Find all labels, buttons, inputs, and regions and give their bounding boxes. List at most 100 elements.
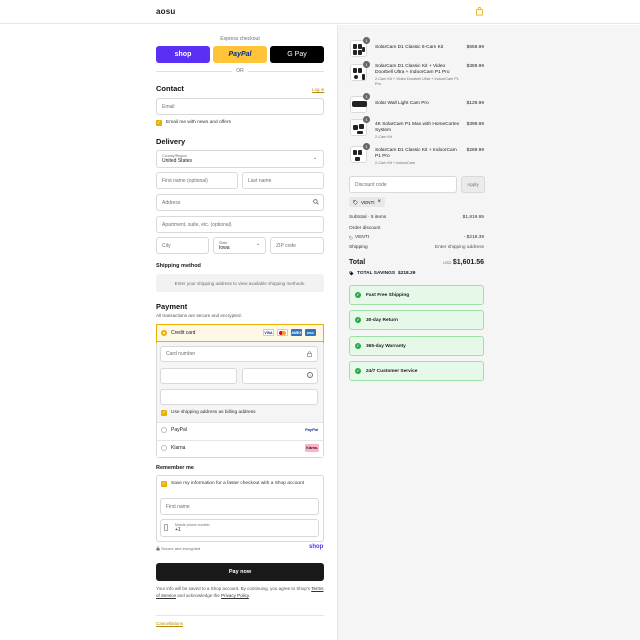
klarna-logo-icon: Klarna.	[305, 444, 319, 452]
discover-icon: DISC	[305, 329, 316, 336]
product-price: $269.99	[466, 148, 484, 153]
feature-badge: ✓ 24/7 Customer Service	[349, 361, 484, 381]
country-select[interactable]: Country/Region United States	[156, 150, 324, 168]
amex-icon: AMEX	[291, 329, 302, 336]
payment-subtitle: All transactions are secure and encrypte…	[156, 313, 242, 318]
name-on-card-field[interactable]	[160, 389, 318, 405]
product-price: $129.99	[466, 101, 484, 106]
apartment-field[interactable]: Apartment, suite, etc. (optional)	[156, 216, 324, 233]
legal-text-part: Your info will be saved to a Shop accoun…	[156, 586, 311, 591]
payment-heading: Payment	[156, 302, 188, 311]
discount-code-field[interactable]: Discount code	[349, 176, 457, 193]
discount-tag-label: VENTI	[361, 199, 375, 205]
shop-pay-button[interactable]: shop	[156, 46, 210, 63]
product-price: $359.99	[466, 64, 484, 69]
last-name-field[interactable]: Last name	[242, 172, 324, 189]
feature-label: 24/7 Customer Service	[366, 368, 418, 374]
express-checkout-label: Express checkout	[220, 36, 260, 42]
cancellations-link[interactable]: Cancellations	[156, 621, 183, 626]
shop-logo-icon: shop	[309, 544, 324, 550]
news-checkbox[interactable]: ✓	[156, 120, 162, 126]
feature-badge: ✓ Fast Free Shipping	[349, 285, 484, 305]
logo[interactable]: aosu	[156, 7, 175, 16]
shipping-row: Shipping Enter shipping address	[349, 245, 484, 250]
feature-label: 30-day Return	[366, 317, 398, 323]
first-name-field[interactable]: First name (optional)	[156, 172, 238, 189]
product-name: SolarCam D1 Classic Kit + IndoorCam P1 P…	[375, 148, 457, 159]
shipping-label: Shipping	[349, 245, 368, 250]
discount-code-row: VENTI - $218.39	[349, 235, 484, 240]
tag-icon	[349, 271, 354, 276]
check-circle-icon: ✓	[355, 368, 361, 374]
help-icon[interactable]: ?	[307, 372, 313, 378]
expiration-date-field[interactable]	[160, 368, 237, 384]
tag-icon	[349, 235, 353, 240]
order-discount-row: Order discount	[349, 226, 484, 231]
save-info-checkbox[interactable]: ✓	[161, 481, 167, 487]
total-savings-row: TOTAL SAVINGS $218.39	[349, 271, 415, 276]
paypal-label: PayPal	[171, 427, 187, 433]
discount-amount: - $218.39	[463, 235, 484, 240]
city-field[interactable]: City	[156, 237, 209, 254]
product-name: SolarCam D1 Classic Kit + Video Doorbell…	[375, 64, 450, 75]
product-thumbnail: 1	[350, 143, 370, 163]
klarna-radio[interactable]	[161, 445, 167, 451]
product-name: Solar Wall Light Cam Pro	[375, 101, 429, 106]
check-circle-icon: ✓	[355, 343, 361, 349]
email-field[interactable]: Email	[156, 98, 324, 115]
close-icon[interactable]: ×	[378, 199, 382, 205]
pay-now-button[interactable]: Pay now	[156, 563, 324, 581]
quantity-badge: 1	[363, 116, 370, 123]
zip-field[interactable]: ZIP code	[270, 237, 324, 254]
mastercard-icon	[277, 329, 288, 336]
legal-text: Your info will be saved to a Shop accoun…	[156, 586, 326, 599]
credit-card-radio[interactable]	[161, 330, 167, 336]
or-label: OR	[236, 68, 244, 74]
news-checkbox-label: Email me with news and offers	[166, 120, 231, 125]
paypal-button[interactable]: PayPal	[213, 46, 267, 63]
remember-first-name-field[interactable]: First name	[160, 498, 319, 515]
search-icon	[313, 199, 319, 205]
phone-field[interactable]: Mobile phone number +1	[160, 519, 319, 537]
credit-card-label: Credit card	[171, 330, 196, 336]
product-name: SolarCam D1 Classic 6-Cam Kit	[375, 45, 444, 50]
subtotal-label: Subtotal · 5 items	[349, 215, 387, 220]
privacy-link[interactable]: Privacy Policy	[221, 593, 249, 598]
product-thumbnail: 1	[350, 37, 370, 57]
visa-icon: VISA	[263, 329, 274, 336]
apply-button[interactable]: Apply	[461, 176, 485, 193]
card-number-field[interactable]: Card number	[160, 346, 318, 362]
chevron-down-icon: ⌄	[256, 241, 261, 247]
subtotal-row: Subtotal · 5 items $1,819.95	[349, 215, 484, 220]
google-pay-button[interactable]: G Pay	[270, 46, 324, 63]
billing-checkbox[interactable]: ✓	[161, 410, 167, 416]
country-value: United States	[162, 158, 193, 164]
order-summary-panel	[337, 25, 640, 640]
check-circle-icon: ✓	[355, 292, 361, 298]
paypal-logo-icon: PayPal	[305, 427, 319, 432]
address-field[interactable]: Address	[156, 194, 324, 211]
total-row: Total USD $1,601.56	[349, 259, 484, 266]
divider	[156, 615, 324, 616]
total-value: $1,601.56	[452, 259, 484, 266]
product-variant: 2-Cam Kit + Video Doorbell Ultra + Indoo…	[375, 77, 459, 86]
discount-code-label: VENTI	[355, 235, 370, 240]
klarna-label: Klarna	[171, 445, 186, 451]
currency-label: USD	[443, 260, 452, 265]
lock-icon	[307, 351, 312, 357]
contact-heading: Contact	[156, 84, 184, 93]
quantity-badge: 1	[363, 93, 370, 100]
login-link[interactable]: Log in	[312, 87, 324, 92]
product-thumbnail: 1	[350, 61, 370, 81]
paypal-radio[interactable]	[161, 427, 167, 433]
header: aosu	[0, 0, 640, 24]
quantity-badge: 1	[363, 61, 370, 68]
subtotal-value: $1,819.95	[462, 215, 484, 220]
check-circle-icon: ✓	[355, 317, 361, 323]
shipping-value: Enter shipping address	[434, 245, 484, 250]
product-variant: 2-Cam Kit	[375, 135, 392, 139]
shopping-bag-icon[interactable]	[475, 7, 484, 16]
legal-text-part: and acknowledge the	[177, 592, 220, 598]
order-discount-label: Order discount	[349, 226, 381, 231]
discount-tag: VENTI ×	[349, 197, 386, 207]
